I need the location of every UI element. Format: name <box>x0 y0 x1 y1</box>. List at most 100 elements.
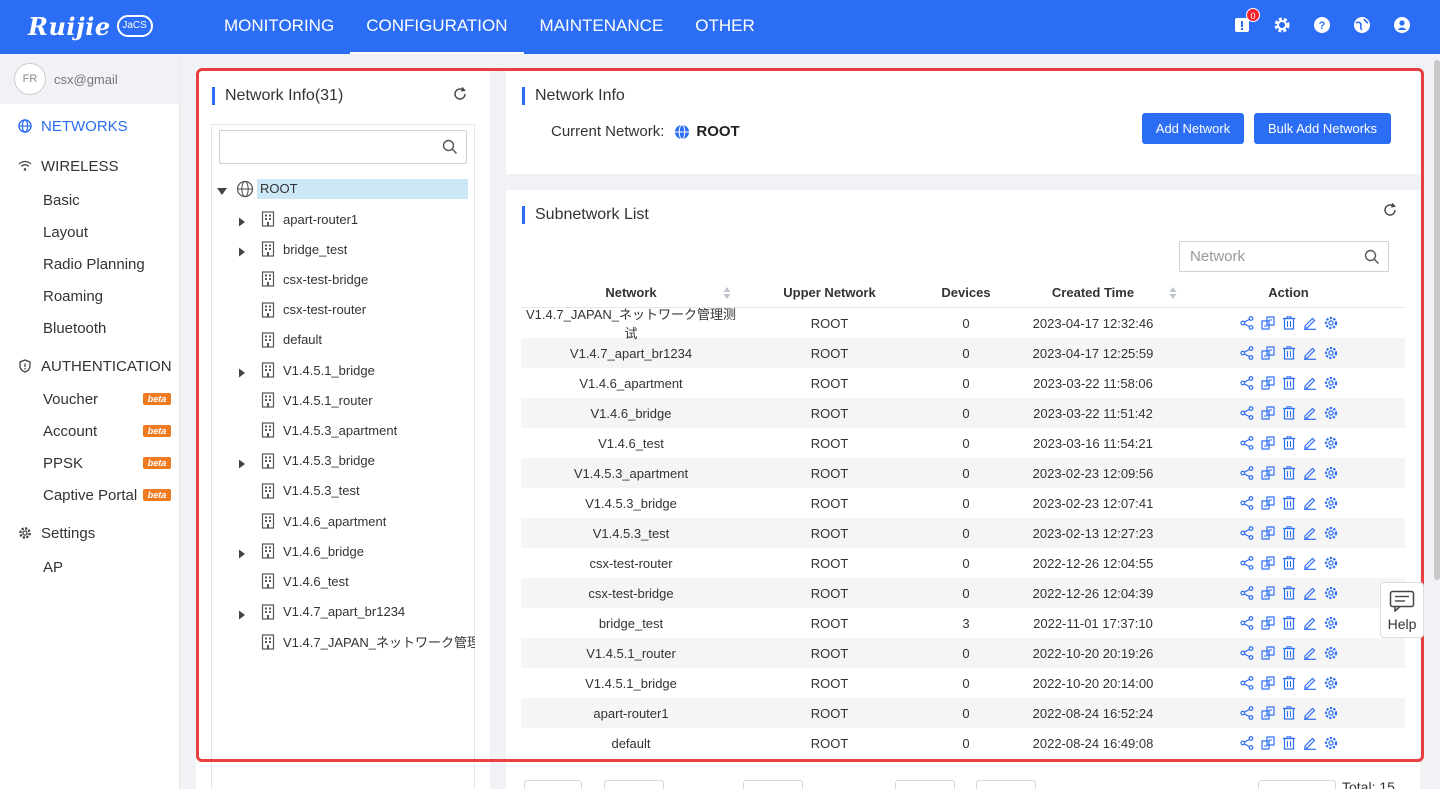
column-header-created-time[interactable]: Created Time <box>1014 285 1177 300</box>
tree-search-input[interactable] <box>220 131 466 163</box>
transfer-icon[interactable] <box>1260 556 1275 570</box>
refresh-icon[interactable] <box>1382 202 1398 218</box>
delete-icon[interactable] <box>1282 736 1296 750</box>
sidebar-item-radio-planning[interactable]: Radio Planning <box>43 256 145 273</box>
caret-right-icon[interactable] <box>238 214 248 227</box>
nav-other[interactable]: OTHER <box>679 0 771 54</box>
sidebar-item-captive-portal[interactable]: Captive Portal <box>43 487 137 504</box>
share-icon[interactable] <box>1239 676 1254 690</box>
caret-right-icon[interactable] <box>238 365 248 378</box>
edit-icon[interactable] <box>1303 676 1317 690</box>
sidebar-item-ap[interactable]: AP <box>43 559 63 576</box>
pagination-button[interactable] <box>604 780 664 789</box>
edit-icon[interactable] <box>1303 496 1317 510</box>
caret-down-icon[interactable] <box>216 184 228 195</box>
subnetwork-search-input[interactable] <box>1180 242 1388 271</box>
edit-icon[interactable] <box>1303 586 1317 600</box>
transfer-icon[interactable] <box>1260 586 1275 600</box>
edit-icon[interactable] <box>1303 466 1317 480</box>
sidebar-item-networks[interactable]: NETWORKS <box>0 116 180 136</box>
user-icon[interactable] <box>1392 14 1412 36</box>
delete-icon[interactable] <box>1282 406 1296 420</box>
delete-icon[interactable] <box>1282 616 1296 630</box>
page-size-select[interactable] <box>1258 780 1336 789</box>
edit-icon[interactable] <box>1303 376 1317 390</box>
tree-node-root[interactable]: ROOT <box>216 178 468 200</box>
sort-icon[interactable] <box>723 286 731 300</box>
edit-icon[interactable] <box>1303 556 1317 570</box>
brand-logo[interactable]: Ruijie JaCS <box>28 8 153 44</box>
sidebar-item-ppsk[interactable]: PPSK <box>43 455 83 472</box>
refresh-icon[interactable] <box>452 86 468 102</box>
help-button[interactable]: Help <box>1380 582 1424 638</box>
delete-icon[interactable] <box>1282 586 1296 600</box>
sidebar-item-layout[interactable]: Layout <box>43 224 88 241</box>
transfer-icon[interactable] <box>1260 316 1275 330</box>
settings-icon[interactable] <box>1324 556 1338 570</box>
tree-node[interactable]: csx-test-router <box>261 299 366 321</box>
share-icon[interactable] <box>1239 526 1254 540</box>
edit-icon[interactable] <box>1303 736 1317 750</box>
edit-icon[interactable] <box>1303 346 1317 360</box>
delete-icon[interactable] <box>1282 646 1296 660</box>
nav-monitoring[interactable]: MONITORING <box>208 0 350 54</box>
nav-maintenance[interactable]: MAINTENANCE <box>524 0 680 54</box>
tree-node[interactable]: V1.4.5.3_apartment <box>261 419 397 441</box>
share-icon[interactable] <box>1239 436 1254 450</box>
transfer-icon[interactable] <box>1260 466 1275 480</box>
tree-node[interactable]: bridge_test <box>261 238 347 260</box>
edit-icon[interactable] <box>1303 616 1317 630</box>
tree-node[interactable]: default <box>261 329 322 351</box>
search-icon[interactable] <box>442 139 458 155</box>
transfer-icon[interactable] <box>1260 526 1275 540</box>
tree-node[interactable]: V1.4.6_bridge <box>261 540 364 562</box>
tree-node[interactable]: csx-test-bridge <box>261 268 368 290</box>
share-icon[interactable] <box>1239 616 1254 630</box>
pagination-next[interactable] <box>976 780 1036 789</box>
edit-icon[interactable] <box>1303 646 1317 660</box>
settings-icon[interactable] <box>1324 736 1338 750</box>
transfer-icon[interactable] <box>1260 646 1275 660</box>
caret-right-icon[interactable] <box>238 456 248 469</box>
tree-node[interactable]: V1.4.5.1_bridge <box>261 359 375 381</box>
tree-search[interactable] <box>219 130 467 164</box>
sidebar-item-authentication[interactable]: AUTHENTICATION <box>0 356 180 376</box>
caret-right-icon[interactable] <box>238 546 248 559</box>
delete-icon[interactable] <box>1282 676 1296 690</box>
edit-icon[interactable] <box>1303 406 1317 420</box>
help-icon[interactable]: ? <box>1312 14 1332 36</box>
share-icon[interactable] <box>1239 316 1254 330</box>
pagination-page-input[interactable] <box>743 780 803 789</box>
transfer-icon[interactable] <box>1260 706 1275 720</box>
caret-right-icon[interactable] <box>238 607 248 620</box>
settings-icon[interactable] <box>1324 706 1338 720</box>
settings-icon[interactable] <box>1324 406 1338 420</box>
settings-icon[interactable] <box>1324 526 1338 540</box>
settings-icon[interactable] <box>1324 346 1338 360</box>
tree-node[interactable]: apart-router1 <box>261 208 358 230</box>
gear-icon[interactable] <box>1272 14 1292 36</box>
settings-icon[interactable] <box>1324 676 1338 690</box>
edit-icon[interactable] <box>1303 526 1317 540</box>
pagination-button[interactable] <box>895 780 955 789</box>
settings-icon[interactable] <box>1324 496 1338 510</box>
delete-icon[interactable] <box>1282 706 1296 720</box>
add-network-button[interactable]: Add Network <box>1142 113 1244 144</box>
tree-node[interactable]: V1.4.5.3_test <box>261 480 360 502</box>
tree-node[interactable]: V1.4.6_apartment <box>261 510 386 532</box>
transfer-icon[interactable] <box>1260 496 1275 510</box>
page-scrollbar[interactable] <box>1434 60 1440 580</box>
delete-icon[interactable] <box>1282 376 1296 390</box>
sidebar-item-basic[interactable]: Basic <box>43 192 80 209</box>
nav-configuration[interactable]: CONFIGURATION <box>350 0 524 54</box>
subnetwork-search[interactable] <box>1179 241 1389 272</box>
transfer-icon[interactable] <box>1260 676 1275 690</box>
share-icon[interactable] <box>1239 346 1254 360</box>
tree-node[interactable]: V1.4.5.1_router <box>261 389 373 411</box>
settings-icon[interactable] <box>1324 466 1338 480</box>
caret-right-icon[interactable] <box>238 244 248 257</box>
settings-icon[interactable] <box>1324 586 1338 600</box>
tree-node[interactable]: V1.4.5.3_bridge <box>261 450 375 472</box>
transfer-icon[interactable] <box>1260 616 1275 630</box>
settings-icon[interactable] <box>1324 376 1338 390</box>
